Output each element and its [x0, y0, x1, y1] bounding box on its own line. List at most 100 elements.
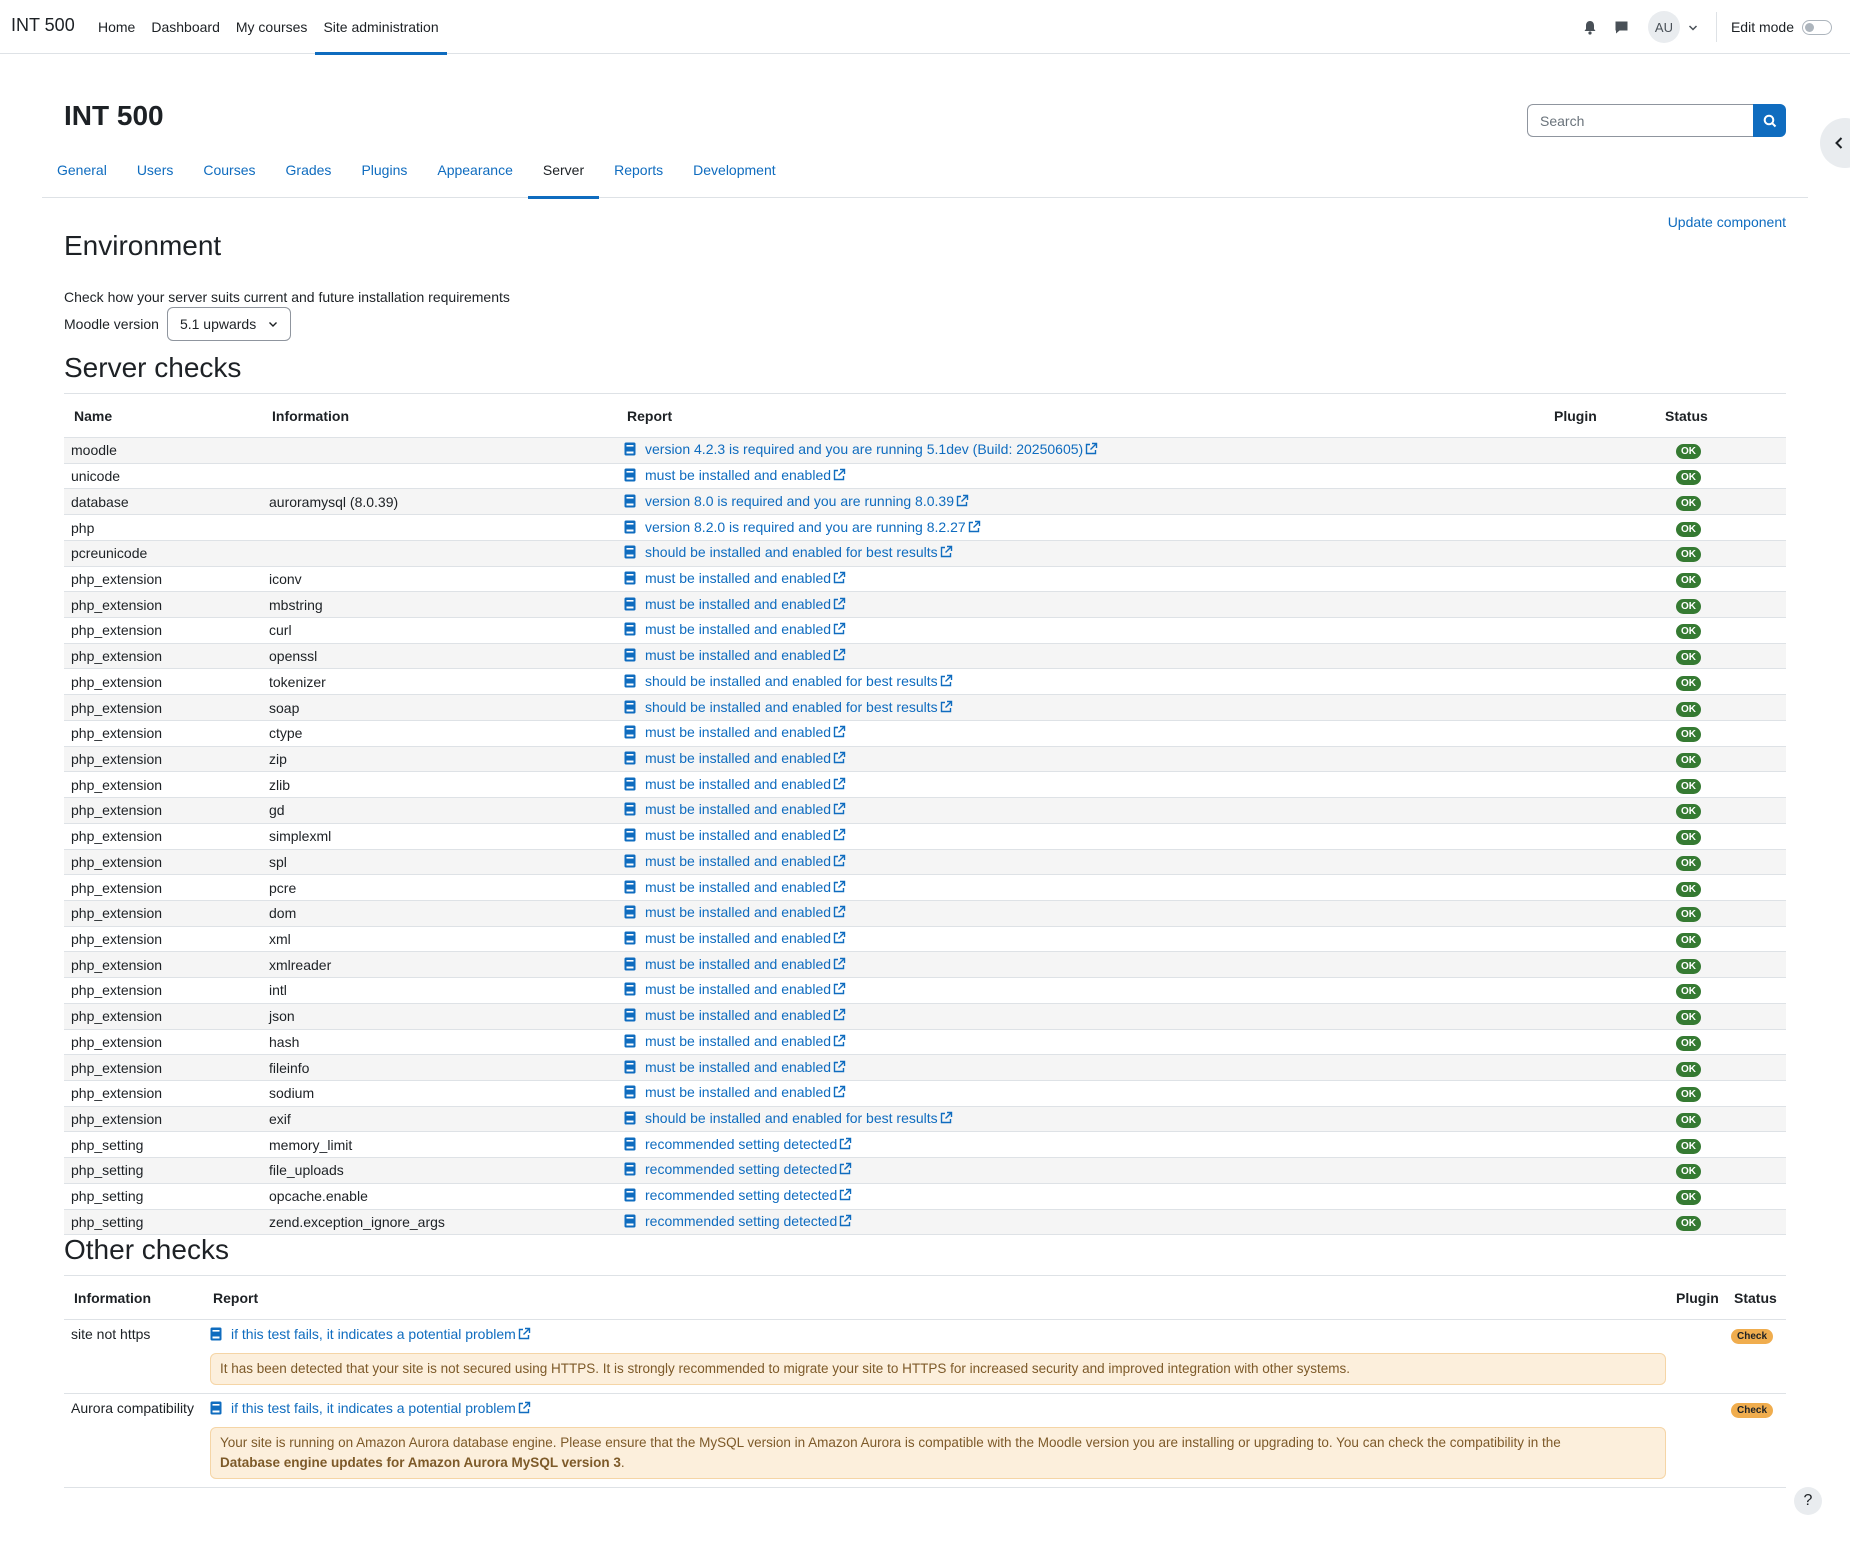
column-header-plugin[interactable]: Plugin: [1544, 393, 1655, 438]
tab-plugins[interactable]: Plugins: [346, 150, 422, 198]
report-link[interactable]: recommended setting detected: [645, 1161, 837, 1177]
report-link[interactable]: must be installed and enabled: [645, 904, 831, 920]
name-cell: unicode: [64, 463, 262, 490]
column-header-plugin[interactable]: Plugin: [1666, 1275, 1724, 1320]
report-link[interactable]: must be installed and enabled: [645, 956, 831, 972]
column-header-report[interactable]: Report: [203, 1275, 1666, 1320]
report-link[interactable]: version 8.0 is required and you are runn…: [645, 493, 954, 509]
report-link[interactable]: must be installed and enabled: [645, 621, 831, 637]
plugin-cell: [1544, 694, 1655, 721]
report-link[interactable]: must be installed and enabled: [645, 801, 831, 817]
info-cell: openssl: [262, 643, 617, 670]
plugin-cell: [1544, 1054, 1655, 1081]
name-cell: php_extension: [64, 771, 262, 799]
report-link[interactable]: should be installed and enabled for best…: [645, 673, 938, 689]
report-link[interactable]: if this test fails, it indicates a poten…: [231, 1326, 516, 1342]
block-drawer-toggle[interactable]: [1820, 118, 1850, 168]
report-link[interactable]: must be installed and enabled: [645, 1033, 831, 1049]
column-header-information[interactable]: Information: [262, 393, 617, 438]
report-link[interactable]: recommended setting detected: [645, 1136, 837, 1152]
search-button[interactable]: [1753, 104, 1786, 137]
report-link[interactable]: must be installed and enabled: [645, 750, 831, 766]
moodle-version-select[interactable]: 5.1 upwards: [166, 307, 292, 341]
nav-home[interactable]: Home: [90, 0, 143, 54]
tab-courses[interactable]: Courses: [188, 150, 270, 198]
status-cell: Check: [1724, 1393, 1786, 1488]
report-link[interactable]: must be installed and enabled: [645, 1007, 831, 1023]
info-cell: xmlreader: [262, 951, 617, 979]
plugin-cell: [1544, 797, 1655, 824]
update-component-link[interactable]: Update component: [1668, 214, 1786, 230]
report-link[interactable]: must be installed and enabled: [645, 570, 831, 586]
plugin-cell: [1544, 823, 1655, 850]
report-link[interactable]: if this test fails, it indicates a poten…: [231, 1400, 516, 1416]
column-header-status[interactable]: Status: [1724, 1275, 1786, 1320]
alert-link-text[interactable]: Database engine updates for Amazon Auror…: [220, 1455, 621, 1470]
report-link[interactable]: must be installed and enabled: [645, 467, 831, 483]
nav-dashboard[interactable]: Dashboard: [143, 0, 228, 54]
bell-icon[interactable]: [1574, 11, 1606, 43]
page-title: INT 500: [64, 100, 164, 131]
report-link[interactable]: version 8.2.0 is required and you are ru…: [645, 519, 966, 535]
search-input[interactable]: [1527, 104, 1753, 137]
tab-server[interactable]: Server: [527, 150, 600, 199]
report-link[interactable]: version 4.2.3 is required and you are ru…: [645, 441, 1083, 457]
report-link[interactable]: must be installed and enabled: [645, 1059, 831, 1075]
info-cell: site not https: [64, 1319, 203, 1394]
report-link[interactable]: must be installed and enabled: [645, 724, 831, 740]
report-link[interactable]: should be installed and enabled for best…: [645, 1110, 938, 1126]
edit-mode-toggle[interactable]: [1802, 19, 1832, 35]
external-link-icon: [967, 520, 981, 534]
report-link[interactable]: must be installed and enabled: [645, 981, 831, 997]
report-link[interactable]: must be installed and enabled: [645, 930, 831, 946]
moodle-version-label: Moodle version: [64, 316, 159, 332]
column-header-information[interactable]: Information: [64, 1275, 203, 1320]
report-link[interactable]: must be installed and enabled: [645, 853, 831, 869]
nav-site-administration[interactable]: Site administration: [315, 0, 447, 55]
report-link[interactable]: should be installed and enabled for best…: [645, 699, 938, 715]
name-cell: php_setting: [64, 1131, 262, 1159]
column-header-name[interactable]: Name: [64, 393, 262, 438]
help-button[interactable]: ?: [1794, 1487, 1822, 1515]
nav-my-courses[interactable]: My courses: [228, 0, 316, 54]
plugin-cell: [1544, 514, 1655, 541]
table-row: php version 8.2.0 is required and you are…: [64, 514, 1786, 541]
messages-icon[interactable]: [1606, 11, 1638, 43]
info-cell: [262, 437, 617, 464]
report-link[interactable]: must be installed and enabled: [645, 776, 831, 792]
report-link[interactable]: must be installed and enabled: [645, 647, 831, 663]
column-header-status[interactable]: Status: [1655, 393, 1786, 438]
tab-general[interactable]: General: [42, 150, 122, 198]
tab-reports[interactable]: Reports: [599, 150, 678, 198]
report-link[interactable]: must be installed and enabled: [645, 879, 831, 895]
report-link[interactable]: must be installed and enabled: [645, 1084, 831, 1100]
name-cell: php_extension: [64, 643, 262, 670]
report-link[interactable]: recommended setting detected: [645, 1213, 837, 1229]
plugin-cell: [1666, 1393, 1724, 1488]
tab-appearance[interactable]: Appearance: [422, 150, 528, 198]
other-checks-heading: Other checks: [64, 1234, 229, 1265]
report-link[interactable]: must be installed and enabled: [645, 596, 831, 612]
tab-development[interactable]: Development: [678, 150, 791, 198]
status-cell: OK: [1655, 514, 1786, 541]
report-link-row: must be installed and enabled: [624, 621, 846, 637]
table-row: php_extension pcre must be installed and e…: [64, 874, 1786, 901]
site-brand[interactable]: INT 500: [11, 15, 75, 36]
tab-users[interactable]: Users: [122, 150, 189, 198]
report-link[interactable]: must be installed and enabled: [645, 827, 831, 843]
report-link[interactable]: should be installed and enabled for best…: [645, 544, 938, 560]
info-cell: curl: [262, 617, 617, 644]
status-badge: OK: [1676, 1190, 1701, 1206]
report-link[interactable]: recommended setting detected: [645, 1187, 837, 1203]
plugin-cell: [1544, 1029, 1655, 1056]
report-link-row: must be installed and enabled: [624, 1084, 846, 1100]
user-avatar[interactable]: AU: [1647, 11, 1680, 43]
chevron-down-icon[interactable]: [1688, 19, 1698, 35]
server-checks-heading: Server checks: [64, 352, 242, 383]
docs-book-icon: [624, 880, 636, 894]
external-link-icon: [832, 725, 846, 739]
column-header-report[interactable]: Report: [617, 393, 1544, 438]
plugin-cell: [1544, 463, 1655, 490]
status-badge: OK: [1676, 984, 1701, 1000]
tab-grades[interactable]: Grades: [271, 150, 347, 198]
